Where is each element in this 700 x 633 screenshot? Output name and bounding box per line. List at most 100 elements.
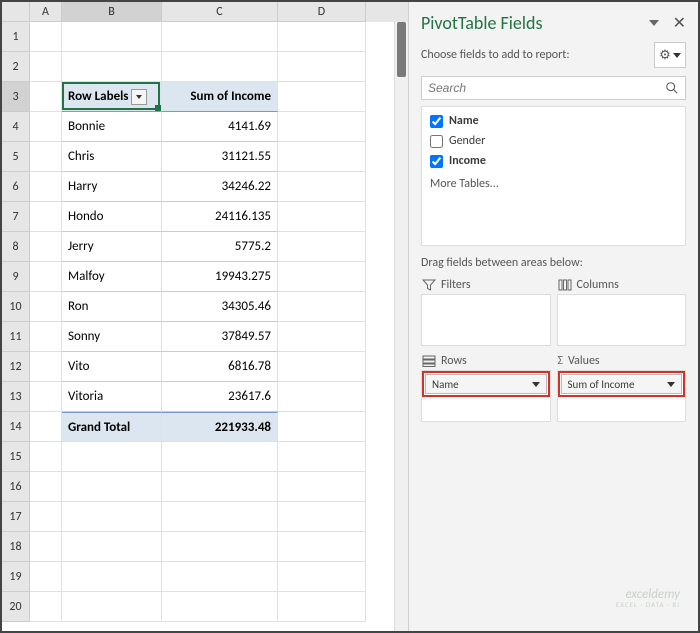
cell-C2[interactable] [162, 52, 278, 82]
cell-A13[interactable] [30, 382, 62, 412]
pivot-row-value[interactable]: 34246.22 [162, 172, 278, 202]
pivot-rowlabels-header[interactable]: Row Labels [62, 82, 162, 112]
search-field[interactable] [422, 77, 659, 99]
cell-D13[interactable] [278, 382, 366, 412]
field-checkbox[interactable] [430, 115, 443, 128]
cell-A2[interactable] [30, 52, 62, 82]
cell-A14[interactable] [30, 412, 62, 442]
cell-A3[interactable] [30, 82, 62, 112]
row-header-20[interactable]: 20 [2, 592, 30, 622]
select-all-corner[interactable] [2, 2, 30, 22]
cell-D11[interactable] [278, 322, 366, 352]
cell-B19[interactable] [62, 562, 162, 592]
row-header-11[interactable]: 11 [2, 322, 30, 352]
pivot-row-label[interactable]: Harry [62, 172, 162, 202]
row-header-2[interactable]: 2 [2, 52, 30, 82]
field-checkbox[interactable] [430, 135, 443, 148]
pivot-row-value[interactable]: 37849.57 [162, 322, 278, 352]
cell-A9[interactable] [30, 262, 62, 292]
pivot-row-label[interactable]: Vito [62, 352, 162, 382]
cell-D8[interactable] [278, 232, 366, 262]
cell-A11[interactable] [30, 322, 62, 352]
row-header-6[interactable]: 6 [2, 172, 30, 202]
cell-D4[interactable] [278, 112, 366, 142]
area-pill[interactable]: Sum of Income [561, 374, 683, 394]
row-header-13[interactable]: 13 [2, 382, 30, 412]
column-header-D[interactable]: D [278, 2, 366, 22]
pivot-row-label[interactable]: Sonny [62, 322, 162, 352]
cell-A4[interactable] [30, 112, 62, 142]
row-header-10[interactable]: 10 [2, 292, 30, 322]
pivot-row-value[interactable]: 6816.78 [162, 352, 278, 382]
pivot-row-label[interactable]: Chris [62, 142, 162, 172]
row-header-7[interactable]: 7 [2, 202, 30, 232]
field-list[interactable]: NameGenderIncomeMore Tables... [421, 106, 686, 246]
field-item-name[interactable]: Name [422, 111, 685, 131]
cell-A17[interactable] [30, 502, 62, 532]
row-header-19[interactable]: 19 [2, 562, 30, 592]
pivot-row-value[interactable]: 24116.135 [162, 202, 278, 232]
row-header-16[interactable]: 16 [2, 472, 30, 502]
cell-B1[interactable] [62, 22, 162, 52]
cell-B20[interactable] [62, 592, 162, 622]
field-settings-button[interactable]: ⚙ [654, 42, 686, 68]
field-checkbox[interactable] [430, 155, 443, 168]
field-search-input[interactable] [421, 76, 686, 100]
row-header-12[interactable]: 12 [2, 352, 30, 382]
cell-B15[interactable] [62, 442, 162, 472]
cell-A20[interactable] [30, 592, 62, 622]
row-header-14[interactable]: 14 [2, 412, 30, 442]
row-header-5[interactable]: 5 [2, 142, 30, 172]
close-icon[interactable]: ✕ [673, 13, 686, 33]
cell-B2[interactable] [62, 52, 162, 82]
row-header-9[interactable]: 9 [2, 262, 30, 292]
chevron-down-icon[interactable] [667, 382, 675, 387]
pane-menu-caret-icon[interactable] [649, 20, 659, 26]
pivot-row-label[interactable]: Malfoy [62, 262, 162, 292]
cell-D17[interactable] [278, 502, 366, 532]
pivot-row-value[interactable]: 5775.2 [162, 232, 278, 262]
pivot-row-value[interactable]: 31121.55 [162, 142, 278, 172]
cell-D1[interactable] [278, 22, 366, 52]
row-header-1[interactable]: 1 [2, 22, 30, 52]
cell-D14[interactable] [278, 412, 366, 442]
pivot-grand-total-value[interactable]: 221933.48 [162, 412, 278, 442]
cell-C17[interactable] [162, 502, 278, 532]
spreadsheet-grid[interactable]: ABCD 1234567891011121314151617181920 Row… [2, 2, 408, 631]
pivot-grand-total-label[interactable]: Grand Total [62, 412, 162, 442]
pivot-row-label[interactable]: Ron [62, 292, 162, 322]
field-item-income[interactable]: Income [422, 151, 685, 171]
cell-A19[interactable] [30, 562, 62, 592]
cells[interactable]: Row LabelsSum of IncomeBonnie4141.69Chri… [30, 22, 366, 622]
cell-A5[interactable] [30, 142, 62, 172]
cell-D2[interactable] [278, 52, 366, 82]
pivot-row-label[interactable]: Bonnie [62, 112, 162, 142]
vertical-scrollbar[interactable] [394, 22, 408, 631]
cell-B18[interactable] [62, 532, 162, 562]
cell-B17[interactable] [62, 502, 162, 532]
cell-D12[interactable] [278, 352, 366, 382]
cell-A15[interactable] [30, 442, 62, 472]
column-header-A[interactable]: A [30, 2, 62, 22]
cell-D5[interactable] [278, 142, 366, 172]
columns-area[interactable]: Columns [557, 276, 687, 346]
pivot-row-label[interactable]: Jerry [62, 232, 162, 262]
filters-area[interactable]: Filters [421, 276, 551, 346]
cell-C15[interactable] [162, 442, 278, 472]
cell-D16[interactable] [278, 472, 366, 502]
row-header-17[interactable]: 17 [2, 502, 30, 532]
cell-D3[interactable] [278, 82, 366, 112]
row-header-3[interactable]: 3 [2, 82, 30, 112]
values-area[interactable]: Σ Values Sum of Income [557, 352, 687, 422]
column-header-C[interactable]: C [162, 2, 278, 22]
cell-D18[interactable] [278, 532, 366, 562]
more-tables-link[interactable]: More Tables... [422, 171, 685, 197]
cell-A1[interactable] [30, 22, 62, 52]
cell-A7[interactable] [30, 202, 62, 232]
pivot-row-value[interactable]: 34305.46 [162, 292, 278, 322]
cell-A8[interactable] [30, 232, 62, 262]
cell-C19[interactable] [162, 562, 278, 592]
pivot-row-label[interactable]: Vitoria [62, 382, 162, 412]
row-header-18[interactable]: 18 [2, 532, 30, 562]
cell-D6[interactable] [278, 172, 366, 202]
